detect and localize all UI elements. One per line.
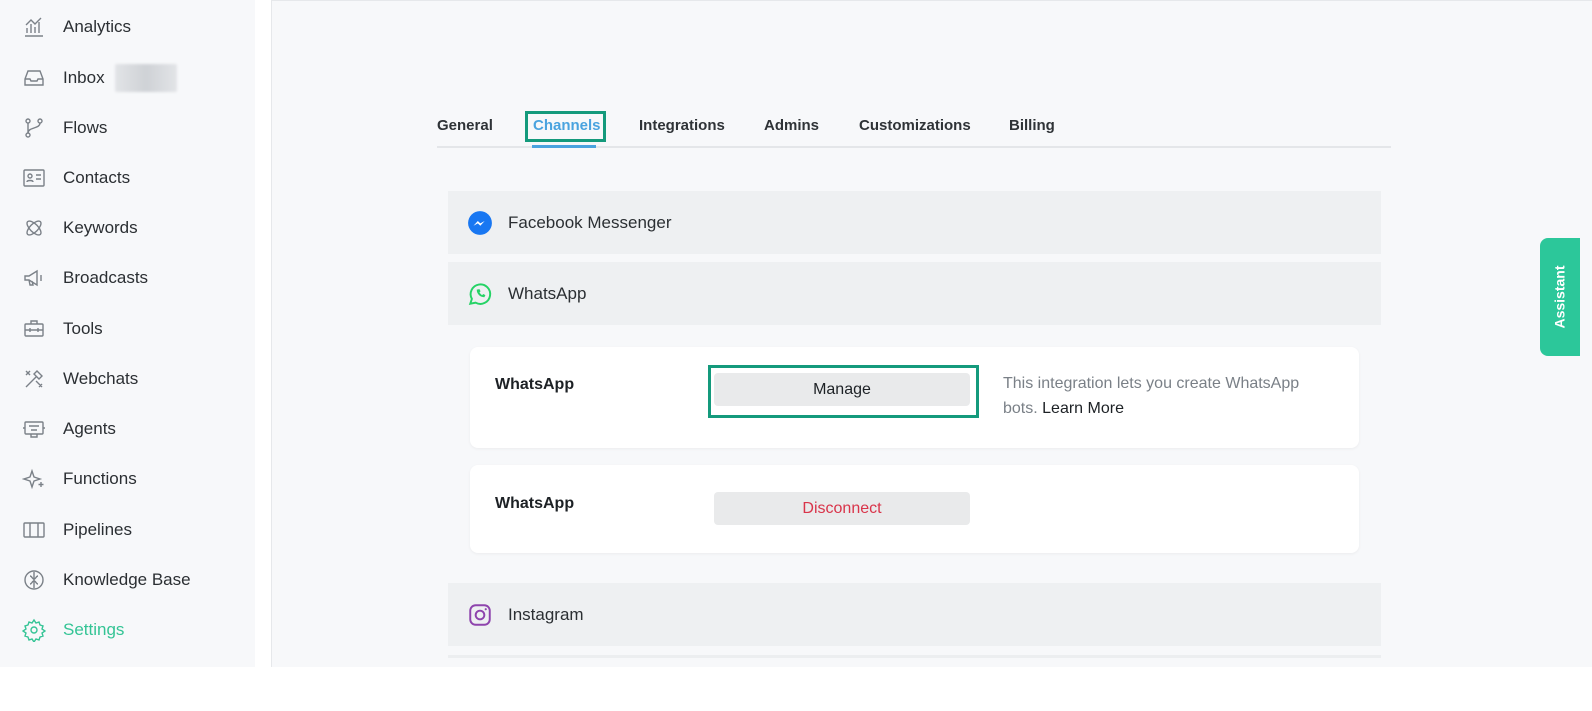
- sidebar: Analytics Inbox Flows Contacts Keywords …: [0, 0, 255, 667]
- sidebar-item-label: Knowledge Base: [63, 570, 191, 589]
- channel-facebook-messenger[interactable]: Facebook Messenger: [448, 191, 1381, 254]
- sidebar-item-contacts[interactable]: Contacts: [22, 163, 130, 193]
- sidebar-item-label: Broadcasts: [63, 268, 149, 287]
- disconnect-button[interactable]: Disconnect: [714, 492, 970, 525]
- sidebar-item-functions[interactable]: Functions: [22, 464, 137, 494]
- sidebar-gap: [255, 0, 271, 667]
- tab-general[interactable]: General: [437, 111, 493, 141]
- contacts-icon: [22, 164, 50, 192]
- channel-whatsapp[interactable]: WhatsApp: [448, 262, 1381, 325]
- inbox-icon: [22, 64, 50, 92]
- tools-cross-icon: [22, 365, 50, 393]
- pipelines-icon: [22, 516, 50, 544]
- keywords-icon: [22, 214, 50, 242]
- megaphone-icon: [22, 264, 50, 292]
- channel-label: WhatsApp: [508, 283, 587, 303]
- analytics-icon: [22, 13, 50, 41]
- card-description: This integration lets you create WhatsAp…: [1003, 371, 1333, 421]
- tab-admins[interactable]: Admins: [764, 111, 819, 141]
- agent-icon: [22, 415, 50, 443]
- sidebar-item-analytics[interactable]: Analytics: [22, 12, 131, 42]
- flows-icon: [22, 114, 50, 142]
- sparkle-icon: [22, 465, 50, 493]
- toolbox-icon: [22, 315, 50, 343]
- tab-highlight-box: [525, 111, 606, 142]
- tab-integrations[interactable]: Integrations: [639, 111, 725, 141]
- assistant-tab[interactable]: Assistant: [1540, 238, 1580, 356]
- settings-tabs: General Channels Integrations Admins Cus…: [437, 111, 1391, 148]
- sidebar-item-knowledge-base[interactable]: Knowledge Base: [22, 565, 191, 595]
- sidebar-item-agents[interactable]: Agents: [22, 414, 116, 444]
- card-title: WhatsApp: [495, 376, 575, 393]
- tab-customizations[interactable]: Customizations: [859, 111, 971, 141]
- channel-label: Instagram: [508, 604, 584, 624]
- sidebar-item-label: Inbox: [63, 68, 105, 87]
- manage-button[interactable]: Manage: [714, 373, 970, 406]
- sidebar-item-label: Analytics: [63, 17, 132, 36]
- whatsapp-icon: [466, 280, 494, 308]
- sidebar-item-inbox[interactable]: Inbox: [22, 63, 177, 93]
- sidebar-item-label: Agents: [63, 419, 116, 438]
- channel-label: Facebook Messenger: [508, 212, 672, 232]
- channel-instagram[interactable]: Instagram: [448, 583, 1381, 646]
- messenger-icon: [466, 209, 494, 237]
- sidebar-item-pipelines[interactable]: Pipelines: [22, 515, 132, 545]
- settings-main: General Channels Integrations Admins Cus…: [272, 0, 1592, 667]
- unread-count-badge: [114, 64, 177, 92]
- sidebar-item-label: Flows: [63, 118, 108, 137]
- sidebar-item-keywords[interactable]: Keywords: [22, 213, 138, 243]
- gear-icon: [22, 616, 50, 644]
- page-bottom: [0, 667, 1592, 711]
- app-window: Analytics Inbox Flows Contacts Keywords …: [0, 0, 1592, 667]
- sidebar-item-label: Keywords: [63, 218, 138, 237]
- sidebar-item-label: Webchats: [63, 369, 139, 388]
- tab-active-underline: [532, 145, 596, 148]
- instagram-icon: [466, 601, 494, 629]
- sidebar-item-broadcasts[interactable]: Broadcasts: [22, 263, 148, 293]
- assistant-label: Assistant: [1552, 265, 1568, 329]
- next-channel-row-edge: [448, 655, 1381, 658]
- sidebar-item-label: Contacts: [63, 168, 131, 187]
- sidebar-item-tools[interactable]: Tools: [22, 314, 103, 344]
- sidebar-item-label: Tools: [63, 319, 103, 338]
- sidebar-item-webchats[interactable]: Webchats: [22, 364, 138, 394]
- sidebar-item-label: Pipelines: [63, 520, 132, 539]
- learn-more-link[interactable]: Learn More: [1042, 400, 1124, 417]
- whatsapp-disconnect-card: WhatsApp Disconnect: [470, 465, 1359, 553]
- sidebar-item-label: Functions: [63, 469, 137, 488]
- sidebar-item-settings[interactable]: Settings: [22, 615, 124, 645]
- whatsapp-manage-card: WhatsApp Manage This integration lets yo…: [470, 347, 1359, 448]
- sidebar-item-label: Settings: [63, 620, 125, 639]
- card-title: WhatsApp: [495, 495, 575, 512]
- brain-icon: [22, 566, 50, 594]
- sidebar-item-flows[interactable]: Flows: [22, 113, 107, 143]
- tab-billing[interactable]: Billing: [1009, 111, 1055, 141]
